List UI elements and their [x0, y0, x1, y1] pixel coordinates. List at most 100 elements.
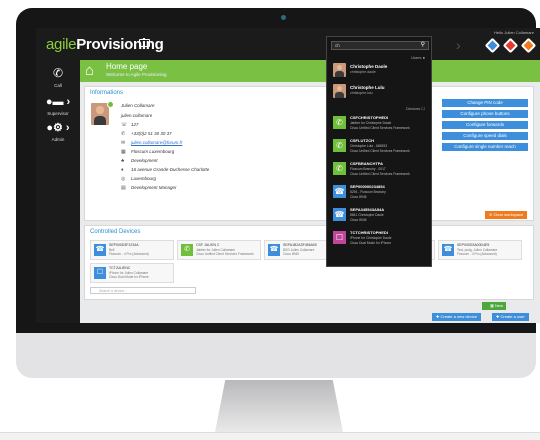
- info-country: Luxembourg: [131, 176, 157, 181]
- device-card[interactable]: ✆ CSF JULIEN C Jabber for Julien Collama…: [177, 240, 261, 260]
- user-name: Christophe Lulu: [350, 85, 385, 90]
- device-model: Cisco Unified Client Services Framework: [350, 149, 410, 153]
- monitor-stand: [215, 380, 343, 432]
- desk-surface: [0, 432, 540, 440]
- new-button-label: New: [494, 303, 503, 308]
- info-ext: 127: [131, 122, 139, 127]
- configure-speed-dials-button[interactable]: Configure speed dials: [442, 132, 528, 140]
- home-icon[interactable]: ⌂: [85, 62, 94, 79]
- device-owner: Christophe Lutz - 686393: [350, 144, 388, 148]
- nav-admin[interactable]: ●⚙ › Admin: [36, 118, 80, 142]
- phone-icon: ✆: [52, 66, 64, 80]
- extension-icon: ☏: [121, 122, 128, 128]
- logo-provisioning: Provisioning: [76, 36, 164, 53]
- jabber-icon: ✆: [333, 116, 346, 129]
- create-user-label: Create a user: [500, 314, 525, 319]
- desk-phone-icon: ☎: [94, 244, 106, 256]
- search-result-device[interactable]: ✆ CSFCHRISTOPHEDI Jabber for Christophe …: [331, 113, 429, 133]
- device-model: Floscum - 4 Pro (Advanced): [457, 252, 497, 256]
- top-bar: agileProvisioning › Hello Julien Collama…: [36, 28, 540, 60]
- controlled-devices-title: Controlled Devices: [90, 229, 141, 235]
- logout-icon[interactable]: [520, 37, 537, 54]
- device-model: Cisco Unified Client Services Framework: [350, 172, 410, 176]
- settings-icon[interactable]: [502, 37, 519, 54]
- informations-panel: Informations Julien Collamare julien.col…: [84, 86, 534, 221]
- toolbar-icons: [484, 37, 537, 54]
- device-owner: Floscum Branchy - 0017: [350, 167, 386, 171]
- search-result-device[interactable]: ✆ CSFLUTZCH Christophe Lutz - 686393 Cis…: [331, 136, 429, 156]
- create-user-button[interactable]: ✚ Create a user: [492, 313, 529, 321]
- search-result-device[interactable]: ☎ SEP000000234854 8294 - Floscum Branchy…: [331, 182, 429, 202]
- logo-agile: agile: [46, 36, 77, 53]
- device-search-input[interactable]: Search a device...: [90, 287, 196, 294]
- create-device-label: Create a new device: [440, 314, 477, 319]
- global-search-input[interactable]: ch ⚲: [331, 41, 429, 50]
- device-title: SEPA1B2A3F456A00: [283, 243, 317, 247]
- device-owner: iPhone for Christophe Daole: [350, 236, 392, 240]
- search-icon[interactable]: ⚲: [421, 42, 425, 49]
- device-model: Cisco 8945: [350, 195, 367, 199]
- search-result-user[interactable]: Christophe Lulu christophe.lulu: [331, 82, 429, 100]
- mobile-icon: ☐: [333, 231, 346, 244]
- device-title: CSFBRANCHTPA: [350, 161, 384, 166]
- camera-dot: [281, 15, 286, 20]
- mail-icon: ✉: [121, 140, 126, 146]
- search-result-device[interactable]: ✆ CSFBRANCHTPA Floscum Branchy - 0017 Ci…: [331, 159, 429, 179]
- device-title: SEPA345543A54A: [350, 207, 385, 212]
- device-title: TCTCHRISTOPHEDI: [350, 230, 388, 235]
- jabber-icon: ✆: [181, 244, 193, 256]
- device-title: CSF JULIEN C: [196, 243, 220, 247]
- search-dropdown: ch ⚲ Users ● Christophe Daole christophe…: [326, 36, 432, 267]
- configure-snr-button[interactable]: Configure single number reach: [442, 143, 528, 151]
- desk-phone-icon: ☎: [333, 208, 346, 221]
- avatar: [91, 103, 109, 125]
- info-email[interactable]: julien.collamare@forum.fr: [131, 140, 182, 145]
- nav-call-label: Call: [54, 83, 62, 88]
- page-subtitle: Welcome to Agile Provisioning: [106, 72, 167, 77]
- users-section-label: Users ●: [411, 55, 425, 60]
- monitor-icon[interactable]: [139, 39, 150, 47]
- devices-section-label: Devices ☐: [406, 106, 425, 111]
- device-title: SEP000000234854: [350, 184, 385, 189]
- user-login: christophe.lulu: [350, 91, 373, 95]
- change-pin-button[interactable]: Change PIN code: [442, 99, 528, 107]
- card-icon: ▤: [121, 185, 126, 191]
- device-model: Cisco Dual Mode for iPhone: [350, 241, 392, 245]
- configure-phone-buttons-button[interactable]: Configure phone buttons: [442, 110, 528, 118]
- users-section-text: Users: [411, 55, 422, 60]
- device-card[interactable]: ☎ SEP000D3F1234A Bell Floscum - 4 Pro (A…: [90, 240, 174, 260]
- search-result-device[interactable]: ☎ SEPA345543A54A 8841 Christophe Daole C…: [331, 205, 429, 225]
- device-card[interactable]: ☎ SEP000D3A00D4E5 Test, pudg, Julien Col…: [438, 240, 522, 260]
- device-title: SEP000D3A00D4E5: [457, 243, 490, 247]
- desk-phone-icon: ☎: [442, 244, 454, 256]
- search-result-user[interactable]: Christophe Daole christophe.daole: [331, 61, 429, 79]
- app-screen: agileProvisioning › Hello Julien Collama…: [36, 28, 540, 323]
- device-owner: Jabber for Christophe Daole: [350, 121, 392, 125]
- presence-icon: [107, 101, 114, 108]
- clear-workspace-button[interactable]: ⊘ Clear workspace: [485, 211, 528, 219]
- device-card[interactable]: ☐ TCTJULIENC iPhone for Julien Collamare…: [90, 263, 174, 283]
- configure-forwards-button[interactable]: Configure forwards: [442, 121, 528, 129]
- info-site: Floscum Luxembourg: [131, 149, 175, 154]
- new-button[interactable]: ▦ New: [482, 302, 506, 310]
- desk-phone-icon: ☎: [333, 185, 346, 198]
- device-model: Cisco Unified Client Services Framework: [350, 126, 410, 130]
- building-icon: ▦: [121, 149, 126, 155]
- device-model: Floscum - 4 Pro (Advanced): [109, 252, 149, 256]
- user-menu-icon[interactable]: [484, 37, 501, 54]
- admin-icon: ●⚙ ›: [46, 122, 70, 134]
- device-model: Cisco Unified Client Services Framework: [196, 252, 254, 256]
- device-owner: 8841 Christophe Daole: [350, 213, 384, 217]
- desktop-monitor-scene: agileProvisioning › Hello Julien Collama…: [0, 0, 540, 440]
- info-department: Development: [131, 158, 158, 163]
- nav-supervisor[interactable]: ●▬ › Supervisor: [36, 92, 80, 116]
- info-name: Julien Collamare: [121, 103, 155, 108]
- nav-call[interactable]: ✆ Call: [36, 64, 80, 88]
- device-model: Cisco 8945: [283, 252, 299, 256]
- devices-section-text: Devices: [406, 106, 421, 111]
- create-device-button[interactable]: ✚ Create a new device: [432, 313, 481, 321]
- info-login: julien.collamare: [121, 113, 153, 118]
- chevron-right-icon: ›: [456, 37, 461, 53]
- search-result-device[interactable]: ☐ TCTCHRISTOPHEDI iPhone for Christophe …: [331, 228, 429, 248]
- phone-small-icon: ✆: [121, 131, 126, 137]
